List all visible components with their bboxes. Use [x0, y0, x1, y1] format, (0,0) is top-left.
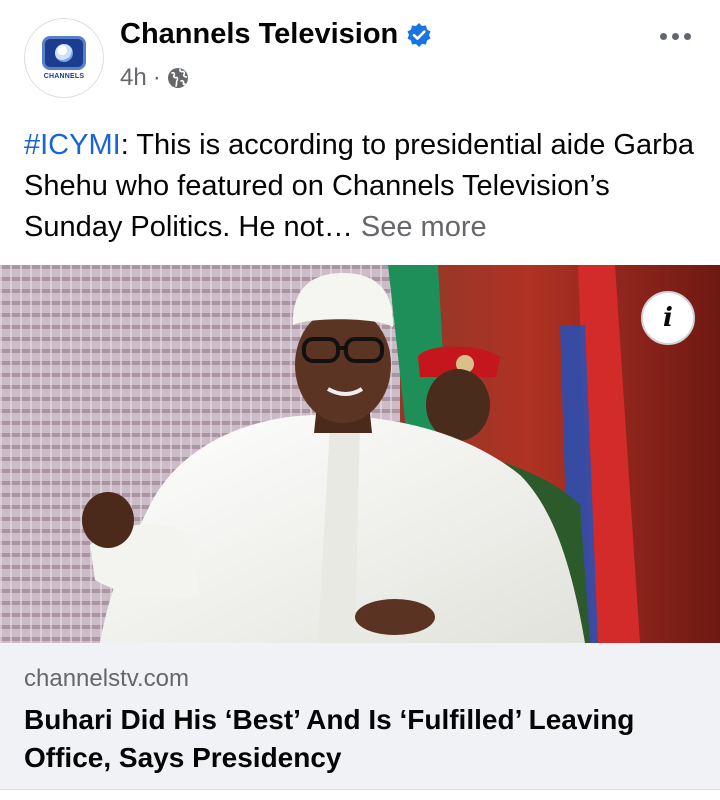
verified-badge-icon	[406, 22, 432, 48]
page-name[interactable]: Channels Television	[120, 18, 398, 51]
link-title[interactable]: Buhari Did His ‘Best’ And Is ‘Fulfilled’…	[24, 701, 694, 777]
more-dot	[659, 32, 667, 40]
preview-photo	[0, 265, 720, 643]
post-meta: 4h ·	[120, 64, 189, 92]
tv-logo-icon	[42, 36, 86, 70]
logo-globe-icon	[55, 44, 73, 62]
link-preview-image[interactable]	[0, 265, 720, 643]
logo-text: CHANNELS	[43, 73, 85, 80]
see-more-link[interactable]: See more	[361, 211, 487, 243]
post-body-text: : This is according to presidential aide…	[24, 129, 695, 243]
post-header: CHANNELS Channels Television 4h ·	[0, 0, 720, 110]
hashtag-link[interactable]: #ICYMI	[24, 129, 121, 161]
info-button[interactable]: i	[641, 291, 695, 345]
meta-separator: ·	[152, 64, 161, 91]
more-dot	[671, 32, 679, 40]
link-domain: channelstv.com	[24, 665, 189, 692]
page-name-row: Channels Television	[120, 18, 432, 51]
info-icon: i	[663, 303, 673, 333]
link-preview-footer[interactable]: channelstv.com Buhari Did His ‘Best’ And…	[0, 643, 720, 790]
post-time[interactable]: 4h	[120, 64, 147, 92]
globe-icon	[167, 67, 189, 89]
page-avatar[interactable]: CHANNELS	[24, 18, 104, 98]
channels-logo: CHANNELS	[36, 32, 92, 84]
post-text: #ICYMI: This is according to presidentia…	[24, 125, 700, 248]
more-dot	[683, 32, 691, 40]
more-options-button[interactable]	[650, 18, 700, 54]
